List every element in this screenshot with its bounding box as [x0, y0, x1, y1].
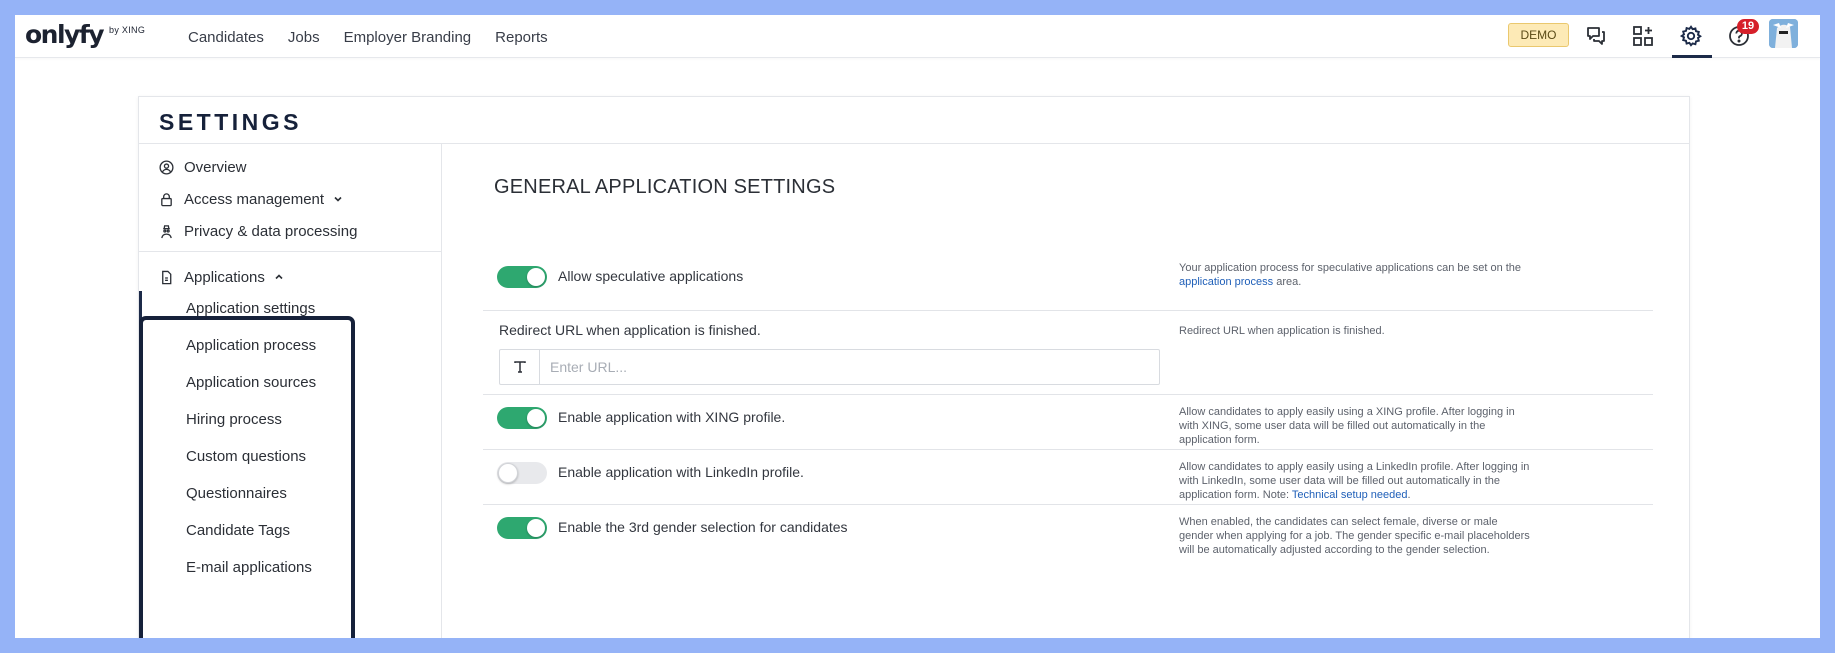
setting-help: Your application process for speculative…: [1179, 261, 1534, 289]
setting-label: Allow speculative applications: [558, 268, 744, 284]
logo-byline: by XING: [109, 25, 146, 35]
section-title: GENERAL APPLICATION SETTINGS: [494, 176, 836, 198]
redirect-url-input[interactable]: [540, 350, 1159, 384]
user-circle-icon: [159, 159, 174, 175]
technical-setup-link[interactable]: Technical setup needed: [1292, 489, 1408, 501]
linkedin-toggle[interactable]: [497, 462, 547, 484]
setting-help: When enabled, the candidates can select …: [1179, 516, 1530, 556]
sidebar-item-label: Applications: [184, 268, 265, 286]
app-window: onlyfy by XING Candidates Jobs Employer …: [15, 15, 1820, 638]
gear-icon[interactable]: [1679, 25, 1702, 47]
apps-add-icon[interactable]: [1632, 25, 1654, 47]
avatar[interactable]: [1769, 19, 1798, 48]
sidebar-subitem-application-process[interactable]: Application process: [186, 335, 316, 357]
sidebar-subitem-questionnaires[interactable]: Questionnaires: [186, 483, 287, 505]
gender-toggle[interactable]: [497, 517, 547, 539]
nav-jobs[interactable]: Jobs: [288, 29, 320, 46]
sidebar-item-overview[interactable]: Overview: [159, 155, 247, 179]
lock-icon: [161, 192, 172, 206]
nav-reports[interactable]: Reports: [495, 29, 548, 46]
document-icon: [162, 270, 172, 284]
active-sub-item-indicator: [139, 291, 142, 328]
setting-label: Enable application with LinkedIn profile…: [558, 464, 804, 480]
privacy-person-icon: [161, 224, 172, 238]
sidebar-divider: [139, 251, 441, 252]
main-nav-links: Candidates Jobs Employer Branding Report…: [188, 29, 548, 46]
active-settings-indicator: [1672, 55, 1712, 58]
page-title: SETTINGS: [159, 109, 303, 135]
nav-candidates[interactable]: Candidates: [188, 29, 264, 46]
setting-row-speculative: Allow speculative applications Your appl…: [483, 242, 1653, 311]
sidebar-item-label: Overview: [184, 158, 247, 176]
logo-wordmark: onlyfy: [25, 20, 105, 49]
application-process-link[interactable]: application process: [1179, 276, 1273, 288]
sidebar-item-label: Privacy & data processing: [184, 222, 358, 240]
setting-help: Allow candidates to apply easily using a…: [1179, 406, 1515, 446]
notification-count-badge: 19: [1737, 19, 1759, 34]
settings-main: GENERAL APPLICATION SETTINGS Allow specu…: [443, 144, 1689, 638]
setting-label: Enable the 3rd gender selection for cand…: [558, 519, 848, 535]
demo-badge: DEMO: [1508, 23, 1569, 47]
setting-row-linkedin: Enable application with LinkedIn profile…: [483, 450, 1653, 505]
sidebar-item-privacy[interactable]: Privacy & data processing: [159, 219, 357, 243]
sidebar-subitem-application-sources[interactable]: Application sources: [186, 372, 316, 394]
setting-row-xing: Enable application with XING profile. Al…: [483, 395, 1653, 450]
chat-icon[interactable]: [1585, 25, 1607, 47]
help-text: area.: [1273, 276, 1302, 288]
sidebar-item-access-management[interactable]: Access management: [159, 187, 344, 211]
redirect-url-label: Redirect URL when application is finishe…: [499, 322, 761, 338]
sidebar-subitem-custom-questions[interactable]: Custom questions: [186, 446, 306, 468]
settings-header: SETTINGS: [139, 97, 1689, 144]
settings-sidebar: Overview Access management Privacy & dat…: [139, 144, 442, 638]
sidebar-subitem-hiring-process[interactable]: Hiring process: [186, 409, 282, 431]
setting-help: Allow candidates to apply easily using a…: [1179, 460, 1534, 502]
redirect-url-field: [499, 349, 1160, 385]
sidebar-item-label: Access management: [184, 190, 325, 208]
chevron-up-icon: [275, 274, 283, 280]
setting-help: Redirect URL when application is finishe…: [1179, 325, 1385, 337]
chevron-down-icon: [334, 196, 342, 202]
text-format-icon: [500, 350, 540, 384]
sidebar-subitem-candidate-tags[interactable]: Candidate Tags: [186, 520, 290, 542]
help-text: Your application process for speculative…: [1179, 262, 1522, 274]
sidebar-subitem-application-settings[interactable]: Application settings: [186, 298, 315, 320]
setting-row-redirect-url: Redirect URL when application is finishe…: [483, 311, 1653, 395]
help-text: .: [1407, 489, 1411, 501]
nav-employer-branding[interactable]: Employer Branding: [344, 29, 472, 46]
onlyfy-logo[interactable]: onlyfy by XING: [25, 20, 145, 50]
setting-row-gender: Enable the 3rd gender selection for cand…: [483, 505, 1653, 585]
sidebar-subitem-email-applications[interactable]: E-mail applications: [186, 557, 312, 579]
xing-toggle[interactable]: [497, 407, 547, 429]
speculative-toggle[interactable]: [497, 266, 547, 288]
top-navigation: onlyfy by XING Candidates Jobs Employer …: [15, 15, 1820, 58]
sidebar-item-applications[interactable]: Applications: [159, 265, 285, 289]
settings-card: SETTINGS Overview Access management Priv…: [138, 96, 1690, 638]
setting-label: Enable application with XING profile.: [558, 409, 786, 425]
